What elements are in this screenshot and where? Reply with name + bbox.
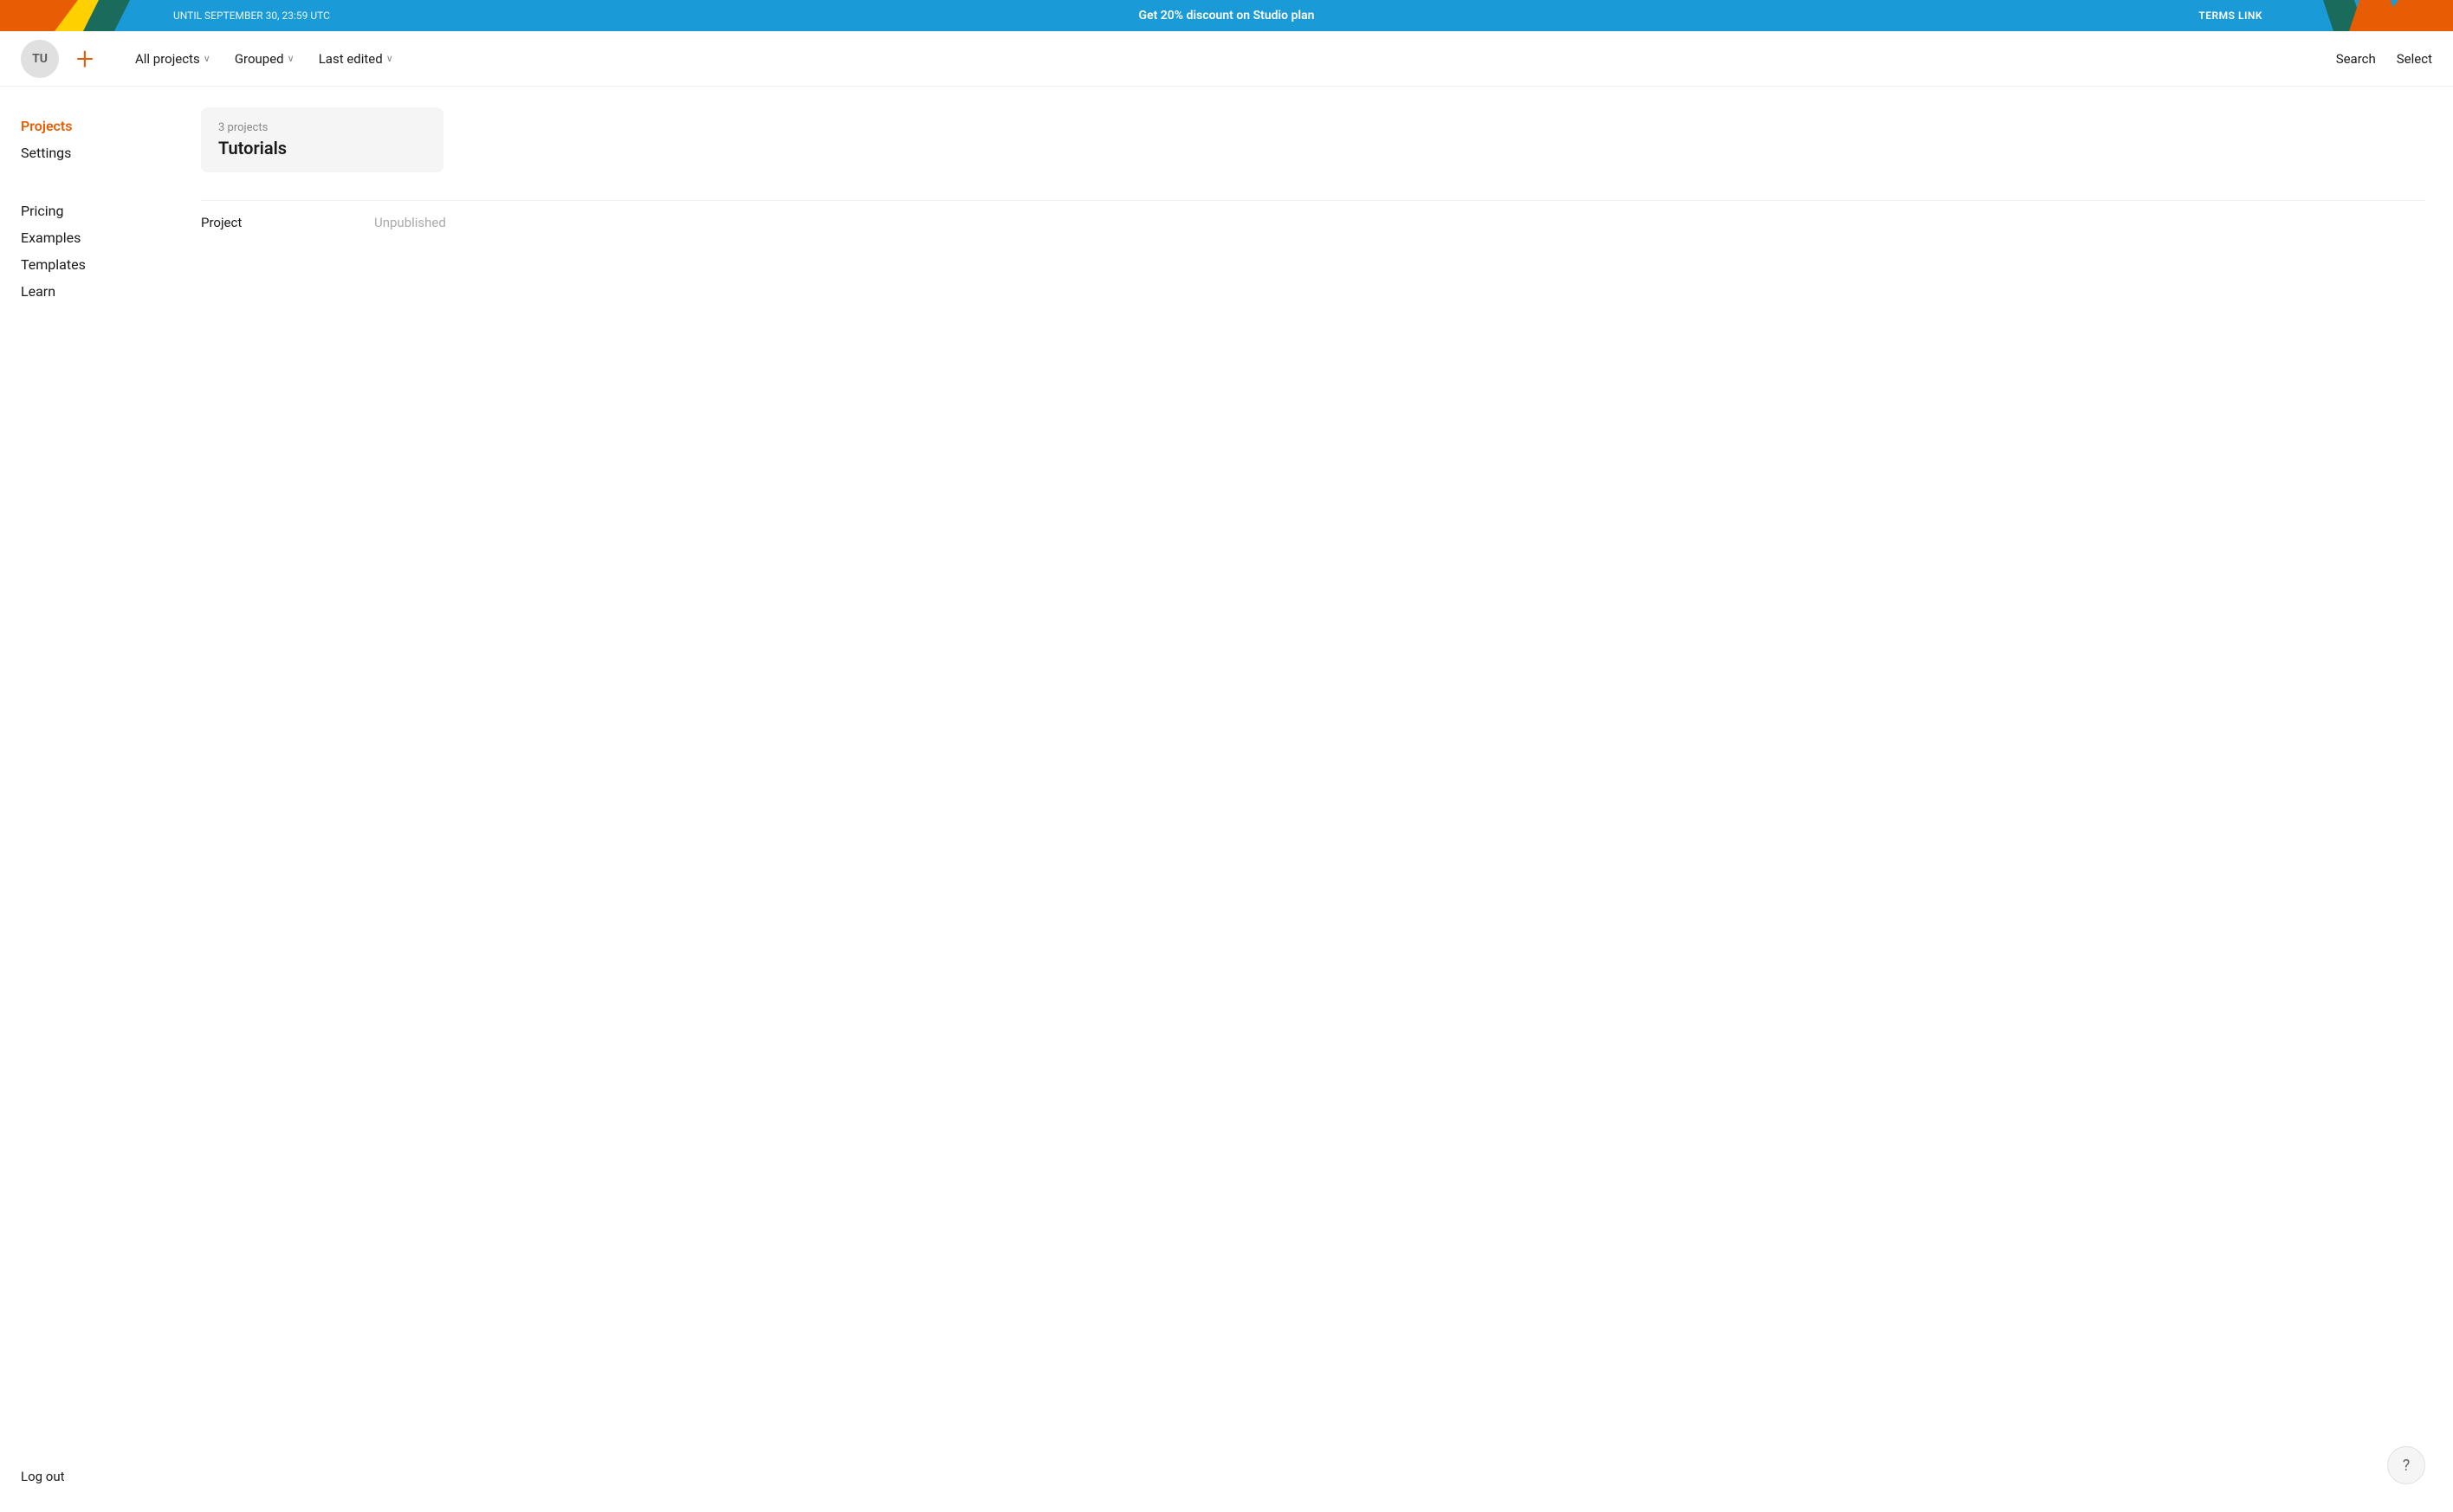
header: TU + All projects ∨ Grouped ∨ Last edite… (0, 31, 2453, 87)
header-right: Search Select (2336, 51, 2432, 67)
select-button[interactable]: Select (2397, 51, 2432, 67)
layout: Projects Settings Pricing Examples Templ… (0, 87, 2453, 1512)
sidebar-top-nav: Projects Settings (21, 114, 152, 165)
group-card-count: 3 projects (218, 121, 426, 134)
search-button[interactable]: Search (2336, 51, 2376, 67)
tutorials-group-card[interactable]: 3 projects Tutorials (201, 107, 443, 172)
sidebar: Projects Settings Pricing Examples Templ… (0, 87, 173, 1512)
sidebar-link-examples[interactable]: Examples (21, 226, 152, 249)
all-projects-label: All projects (135, 51, 200, 67)
sidebar-link-templates[interactable]: Templates (21, 253, 152, 276)
banner-deco-right (2297, 0, 2453, 31)
grouped-chevron: ∨ (288, 53, 294, 64)
all-projects-chevron: ∨ (204, 53, 210, 64)
last-edited-label: Last edited (319, 51, 383, 67)
sidebar-bottom: Log out (21, 1469, 65, 1484)
logout-button[interactable]: Log out (21, 1469, 65, 1484)
project-row-status: Unpublished (374, 215, 446, 230)
help-icon: ? (2403, 1457, 2411, 1475)
grouped-filter[interactable]: Grouped ∨ (224, 46, 305, 72)
new-project-button[interactable]: + (66, 40, 104, 78)
group-card-title: Tutorials (218, 138, 426, 158)
promo-banner: UNTIL SEPTEMBER 30, 23:59 UTC Get 20% di… (0, 0, 2453, 31)
sidebar-link-pricing[interactable]: Pricing (21, 199, 152, 223)
banner-terms-link[interactable]: TERMS LINK (2198, 10, 2262, 22)
banner-deco-left (0, 0, 156, 31)
main-content: 3 projects Tutorials Project Unpublished (173, 87, 2453, 1512)
avatar[interactable]: TU (21, 40, 59, 78)
sidebar-link-learn[interactable]: Learn (21, 280, 152, 303)
project-row[interactable]: Project Unpublished (201, 200, 2425, 244)
plus-icon: + (76, 43, 94, 74)
help-button[interactable]: ? (2387, 1446, 2425, 1484)
banner-promo-text: Get 20% discount on Studio plan (1139, 9, 1315, 23)
last-edited-filter[interactable]: Last edited ∨ (308, 46, 404, 72)
sidebar-links: Pricing Examples Templates Learn (21, 199, 152, 303)
sidebar-item-settings[interactable]: Settings (21, 141, 152, 165)
project-row-name: Project (201, 215, 374, 230)
sidebar-item-projects[interactable]: Projects (21, 114, 152, 138)
banner-until-text: UNTIL SEPTEMBER 30, 23:59 UTC (173, 10, 330, 22)
all-projects-filter[interactable]: All projects ∨ (125, 46, 221, 72)
grouped-label: Grouped (235, 51, 284, 67)
last-edited-chevron: ∨ (386, 53, 393, 64)
header-nav: All projects ∨ Grouped ∨ Last edited ∨ (125, 46, 2336, 72)
